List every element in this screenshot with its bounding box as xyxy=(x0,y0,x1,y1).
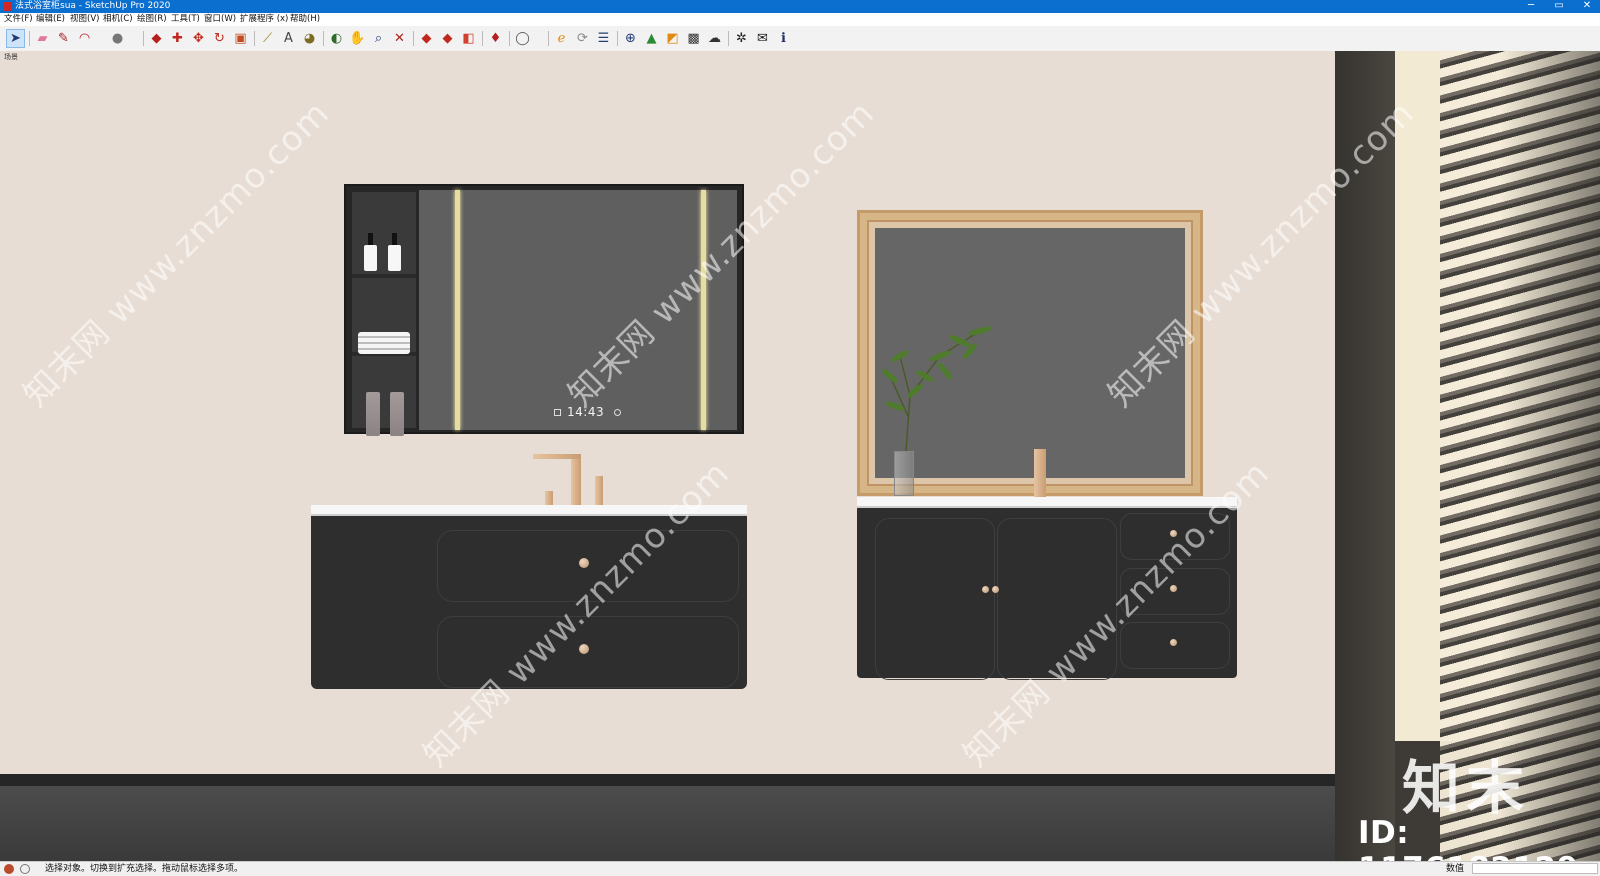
bamboo-plant xyxy=(882,326,992,452)
menu-edit[interactable]: 编辑(E) xyxy=(36,13,65,26)
toolbar-separator xyxy=(413,31,414,46)
countertop xyxy=(857,497,1237,508)
faucet-spout xyxy=(533,454,581,459)
shelf-board xyxy=(352,274,416,278)
faucet-handle xyxy=(545,491,553,506)
title-bar: 法式浴室柜sua - SketchUp Pro 2020 ─ ▭ ✕ xyxy=(0,0,1600,13)
model-id: ID: 1176182129 xyxy=(1358,815,1578,861)
zoom-icon[interactable]: ⌕ xyxy=(369,29,388,48)
toolbar-separator xyxy=(482,31,483,46)
led-strip xyxy=(455,190,460,430)
chart-icon[interactable]: ◩ xyxy=(663,29,682,48)
text-icon[interactable]: A xyxy=(279,29,298,48)
menu-camera[interactable]: 相机(C) xyxy=(103,13,133,26)
menu-window[interactable]: 窗口(W) xyxy=(204,13,236,26)
measurements-input[interactable] xyxy=(1472,863,1598,874)
extension-warehouse-icon[interactable]: ◆ xyxy=(438,29,457,48)
window-title: 法式浴室柜sua - SketchUp Pro 2020 xyxy=(15,1,171,11)
blinds-shadow xyxy=(1500,51,1600,861)
storage-jar xyxy=(390,392,404,436)
user-account-icon[interactable]: ◯ xyxy=(513,29,532,48)
menu-extensions[interactable]: 扩展程序 (x) xyxy=(240,13,288,26)
add-circle-icon[interactable]: ⊕ xyxy=(621,29,640,48)
status-bar: 选择对象。切换到扩充选择。拖动鼠标选择多项。 数值 xyxy=(0,861,1600,876)
faucet-handle xyxy=(595,476,603,506)
ruby-icon[interactable]: ♦ xyxy=(486,29,505,48)
watermark-text: 知末网 www.znzmo.com xyxy=(15,93,338,415)
pan-icon[interactable]: ✋ xyxy=(348,29,367,48)
storage-jar xyxy=(366,392,380,436)
rotate-icon[interactable]: ↻ xyxy=(210,29,229,48)
arc-icon[interactable]: ◠ xyxy=(75,29,94,48)
drawer-knob xyxy=(1170,639,1177,646)
main-toolbar: ➤ ▰ ✎ ◠ ● ◆ ✚ ✥ ↻ ▣ ⟋ A ◕ ◐ ✋ ⌕ ✕ ◆ ◆ ◧ ♦ ◯ ℯ ⟳ ☰ ⊕ ▲ ◩ ▩ ☁ ✲ ✉ ℹ xyxy=(0,26,1600,52)
tree-icon[interactable]: ▲ xyxy=(642,29,661,48)
tape-measure-icon[interactable]: ⟋ xyxy=(258,29,277,48)
toolbar-separator xyxy=(29,31,30,46)
toolbar-separator xyxy=(323,31,324,46)
soap-bottle xyxy=(364,233,377,271)
geo-location-icon[interactable] xyxy=(4,864,14,874)
minimize-button[interactable]: ─ xyxy=(1518,0,1544,13)
door-knob xyxy=(982,586,989,593)
led-strip xyxy=(701,190,706,430)
move-icon[interactable]: ✥ xyxy=(189,29,208,48)
mail-icon[interactable]: ✉ xyxy=(753,29,772,48)
shapes-icon[interactable]: ● xyxy=(108,29,127,48)
glass-vase xyxy=(894,451,914,496)
brand-logo-text: 知末 xyxy=(1402,754,1531,822)
folded-towels xyxy=(358,332,410,354)
drawer-knob xyxy=(579,644,589,654)
mirror-defog-icon xyxy=(554,409,561,416)
layout-icon[interactable]: ◧ xyxy=(459,29,478,48)
faucet-body xyxy=(571,458,581,506)
toolbar-separator xyxy=(509,31,510,46)
toolbar-separator xyxy=(617,31,618,46)
info-icon[interactable]: ℹ xyxy=(774,29,793,48)
push-pull-icon[interactable]: ◆ xyxy=(147,29,166,48)
eraser-icon[interactable]: ▰ xyxy=(33,29,52,48)
scene-tab-label[interactable]: 场景 xyxy=(4,52,18,62)
warehouse-icon[interactable]: ◆ xyxy=(417,29,436,48)
toolbar-separator xyxy=(548,31,549,46)
plugin-e-icon[interactable]: ℯ xyxy=(552,29,571,48)
menu-tools[interactable]: 工具(T) xyxy=(171,13,200,26)
close-button[interactable]: ✕ xyxy=(1574,0,1600,13)
model-viewport[interactable]: 场景 14:43 知末网 www.znzmo.com 知末网 www.znzmo… xyxy=(0,51,1600,861)
door-knob xyxy=(992,586,999,593)
soap-bottle xyxy=(388,233,401,271)
measurements-label: 数值 xyxy=(1446,864,1465,874)
zoom-extents-icon[interactable]: ✕ xyxy=(390,29,409,48)
refresh-icon[interactable]: ⟳ xyxy=(573,29,592,48)
sketchup-app-icon xyxy=(3,2,12,11)
baseboard xyxy=(0,774,1335,786)
upload-cloud-icon[interactable]: ☁ xyxy=(705,29,724,48)
faucet-body xyxy=(1034,449,1046,497)
floor xyxy=(0,786,1335,861)
layers-icon[interactable]: ☰ xyxy=(594,29,613,48)
menu-help[interactable]: 帮助(H) xyxy=(290,13,320,26)
info-status-icon[interactable] xyxy=(20,864,30,874)
status-message: 选择对象。切换到扩充选择。拖动鼠标选择多项。 xyxy=(45,864,244,874)
toolbar-separator xyxy=(254,31,255,46)
select-arrow-icon[interactable]: ➤ xyxy=(6,29,25,48)
toolbar-separator xyxy=(728,31,729,46)
menu-file[interactable]: 文件(F) xyxy=(4,13,33,26)
orbit-icon[interactable]: ◐ xyxy=(327,29,346,48)
checker-icon[interactable]: ▩ xyxy=(684,29,703,48)
open-shelf-unit xyxy=(352,192,416,436)
menu-draw[interactable]: 绘图(R) xyxy=(137,13,167,26)
toolbar-separator xyxy=(143,31,144,46)
settings-icon[interactable]: ✲ xyxy=(732,29,751,48)
maximize-button[interactable]: ▭ xyxy=(1546,0,1572,13)
follow-me-icon[interactable]: ✚ xyxy=(168,29,187,48)
scale-icon[interactable]: ▣ xyxy=(231,29,250,48)
cabinet-door xyxy=(875,518,995,680)
menu-view[interactable]: 视图(V) xyxy=(70,13,99,26)
pencil-line-icon[interactable]: ✎ xyxy=(54,29,73,48)
menu-bar: 文件(F) 编辑(E) 视图(V) 相机(C) 绘图(R) 工具(T) 窗口(W… xyxy=(0,13,1600,26)
mirror-power-icon xyxy=(614,409,621,416)
paint-bucket-icon[interactable]: ◕ xyxy=(300,29,319,48)
